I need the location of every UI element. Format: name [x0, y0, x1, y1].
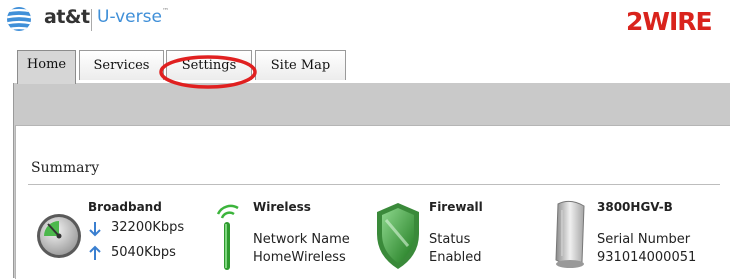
arrow-down-icon: [89, 222, 101, 237]
tab-home[interactable]: Home: [17, 50, 76, 84]
shield-icon: [377, 203, 419, 269]
arrow-up-icon: [89, 245, 101, 260]
tab-services-label: Services: [93, 58, 150, 73]
wireless-network-label: Network Name: [253, 232, 350, 247]
att-globe-logo: [7, 7, 31, 31]
tab-site-map-label: Site Map: [270, 58, 331, 73]
device-serial-number: 931014000051: [597, 250, 697, 265]
device-serial-label: Serial Number: [597, 232, 691, 247]
wireless-antenna-icon: [216, 204, 239, 270]
tab-bar: Home Services Settings Site Map: [0, 50, 730, 84]
tab-site-map[interactable]: Site Map: [255, 50, 346, 80]
uverse-brand-text: U-verse: [97, 7, 162, 27]
gateway-device-icon: [555, 200, 585, 268]
uverse-brand-name: U-verse™: [97, 7, 169, 27]
twowire-logo-text: 2WIRE: [626, 8, 712, 34]
firewall-title: Firewall: [429, 200, 483, 214]
tab-settings[interactable]: Settings: [166, 50, 252, 80]
device-model: 3800HGV-B: [597, 200, 673, 214]
header: at&t U-verse™ 2WIRE: [0, 0, 730, 44]
broadband-up-rate: 5040Kbps: [111, 245, 176, 260]
tab-home-label: Home: [26, 57, 67, 72]
summary-divider: [28, 184, 720, 185]
tab-settings-label: Settings: [181, 58, 237, 73]
trademark-symbol: ™: [161, 7, 169, 15]
firewall-status-label: Status: [429, 232, 471, 247]
wireless-title: Wireless: [253, 200, 311, 214]
broadband-title: Broadband: [88, 200, 162, 214]
twowire-logo: 2WIRE: [626, 8, 713, 34]
firewall-status-value: Enabled: [429, 250, 482, 265]
tab-services[interactable]: Services: [79, 50, 164, 80]
summary-heading: Summary: [31, 160, 100, 176]
speedometer-gauge-icon: [37, 214, 81, 258]
logo-divider: [91, 9, 92, 31]
broadband-down-rate: 32200Kbps: [111, 220, 185, 235]
att-brand-name: at&t: [44, 6, 90, 28]
wireless-network-name: HomeWireless: [253, 250, 346, 265]
